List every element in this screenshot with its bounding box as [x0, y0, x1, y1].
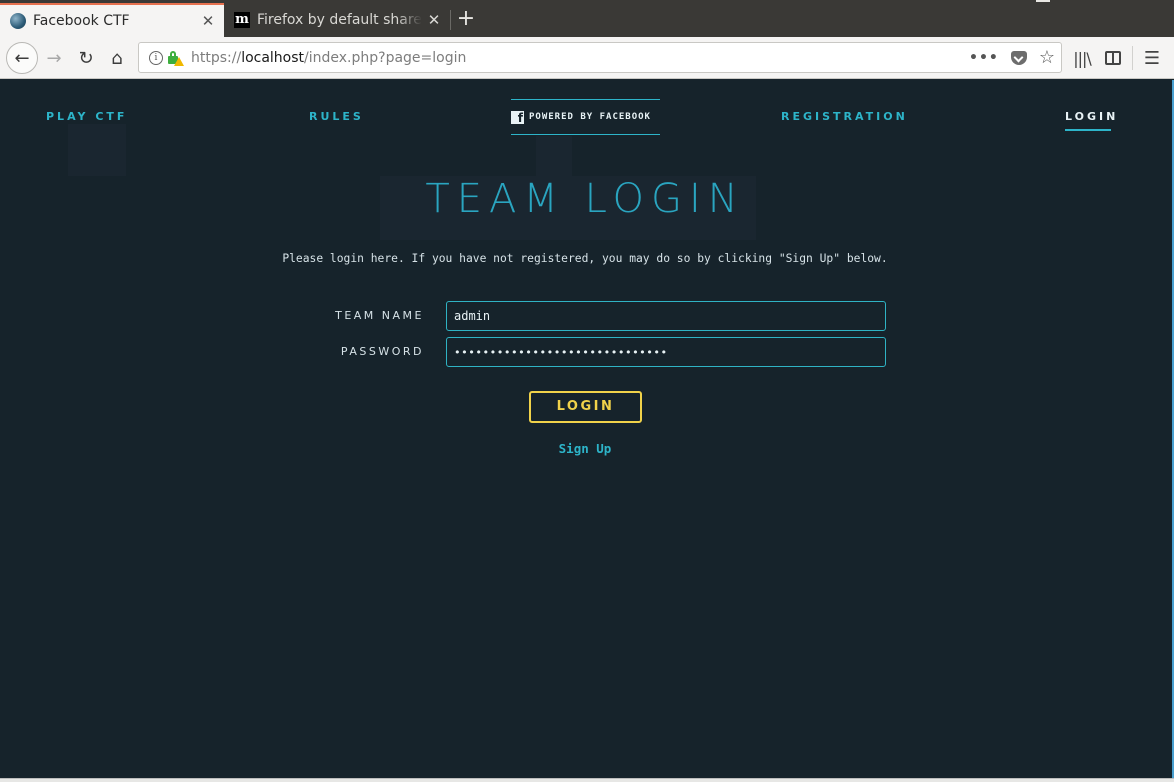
page-actions-icon[interactable]: ••• — [969, 50, 999, 66]
pocket-icon[interactable] — [1010, 50, 1027, 65]
sidebar-toggle-button[interactable] — [1102, 44, 1124, 72]
nav-play-ctf[interactable]: PLAY CTF — [46, 110, 127, 123]
globe-icon — [10, 13, 26, 29]
login-instructions: Please login here. If you have not regis… — [282, 252, 888, 265]
home-button[interactable]: ⌂ — [103, 44, 131, 72]
toolbar-separator — [1132, 46, 1133, 70]
facebook-icon: f — [511, 110, 524, 124]
login-button[interactable]: LOGIN — [529, 391, 642, 423]
nav-registration[interactable]: REGISTRATION — [781, 110, 908, 123]
background-tile — [536, 136, 572, 176]
background-tile — [68, 124, 126, 176]
team-name-input[interactable] — [446, 301, 886, 331]
nav-login-label: LOGIN — [1065, 110, 1119, 123]
url-actions: ••• ☆ — [969, 43, 1055, 72]
nav-login[interactable]: LOGIN — [1065, 110, 1119, 131]
url-scheme: https:// — [191, 49, 242, 66]
close-tab-icon[interactable]: ✕ — [422, 11, 446, 29]
password-input[interactable] — [446, 337, 886, 367]
reload-button[interactable]: ↻ — [72, 44, 100, 72]
reload-icon: ↻ — [78, 47, 94, 69]
url-bar[interactable]: i https://localhost/index.php?page=login… — [138, 42, 1062, 73]
password-row: PASSWORD — [0, 337, 1174, 367]
close-tab-icon[interactable]: ✕ — [196, 12, 220, 30]
active-nav-underline — [1065, 129, 1111, 131]
sign-up-link[interactable]: Sign Up — [559, 441, 612, 456]
powered-by-label: POWERED BY FACEBOOK — [529, 112, 651, 122]
tab-title: Facebook CTF — [33, 13, 130, 29]
ctf-login-page: PLAY CTF RULES f POWERED BY FACEBOOK REG… — [0, 80, 1174, 778]
team-name-row: TEAM NAME — [0, 301, 1174, 331]
url-host: localhost — [241, 49, 305, 66]
home-icon: ⌂ — [111, 47, 123, 69]
tab-separator — [450, 10, 451, 30]
status-strip — [0, 778, 1174, 782]
page-title: TEAM LOGIN — [425, 176, 745, 222]
arrow-left-icon: ← — [14, 47, 30, 69]
sidebar-icon — [1105, 51, 1121, 65]
forward-button[interactable]: → — [40, 44, 68, 72]
url-path: /index.php?page=login — [304, 49, 467, 66]
team-name-label: TEAM NAME — [335, 309, 424, 322]
insecure-lock-icon[interactable] — [167, 50, 184, 66]
info-icon[interactable]: i — [149, 50, 163, 65]
new-tab-button[interactable]: + — [453, 3, 479, 37]
medium-m-icon: m — [234, 12, 250, 28]
password-label: PASSWORD — [340, 345, 424, 358]
back-button[interactable]: ← — [6, 42, 38, 74]
arrow-right-icon: → — [46, 47, 62, 69]
library-icon[interactable]: |||\ — [1070, 44, 1094, 72]
powered-by-facebook: f POWERED BY FACEBOOK — [511, 99, 660, 135]
window-control[interactable] — [1036, 0, 1050, 2]
browser-tab-strip: Facebook CTF ✕ m Firefox by default shar… — [0, 0, 1174, 37]
tab-firefox-shares[interactable]: m Firefox by default shares ✕ — [224, 3, 450, 37]
nav-rules[interactable]: RULES — [309, 110, 364, 123]
hamburger-menu-icon[interactable]: ☰ — [1140, 44, 1164, 72]
tab-title: Firefox by default shares — [257, 12, 422, 28]
signup-container: Sign Up — [0, 438, 1170, 457]
url-text[interactable]: https://localhost/index.php?page=login — [191, 50, 466, 66]
browser-navigation-bar: ← → ↻ ⌂ i https://localhost/index.php?pa… — [0, 37, 1174, 79]
bookmark-star-icon[interactable]: ☆ — [1039, 47, 1055, 68]
tab-facebook-ctf[interactable]: Facebook CTF ✕ — [0, 3, 224, 37]
